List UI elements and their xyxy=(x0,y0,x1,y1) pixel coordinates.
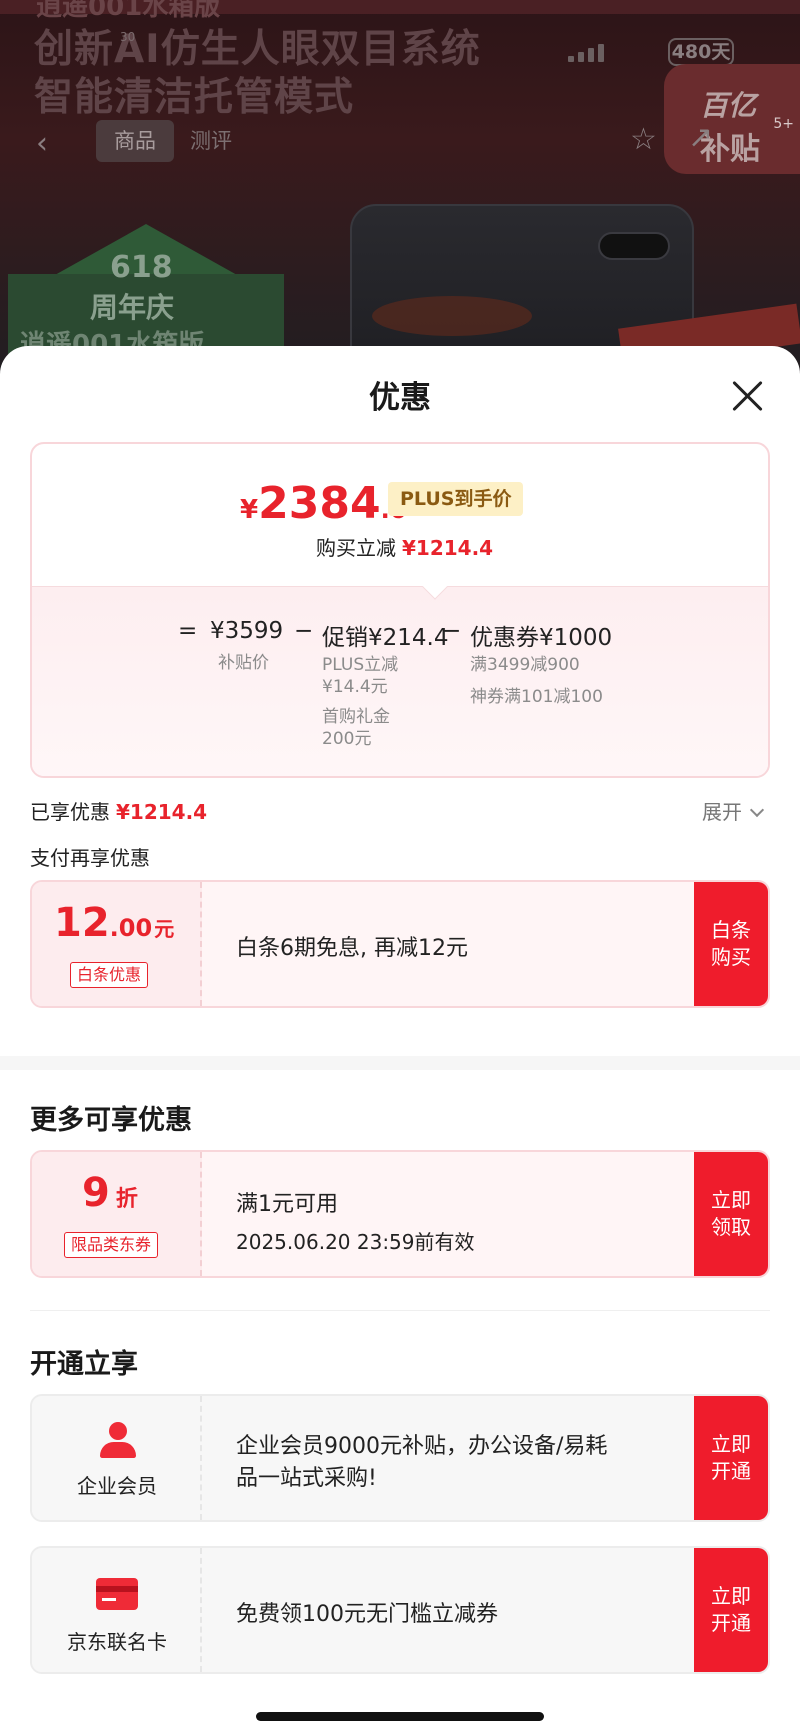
star-icon[interactable]: ☆ xyxy=(630,122,657,157)
baitiao-coupon: 12.00 元 白条优惠 白条6期免息, 再减12元 白条 购买 xyxy=(30,880,770,1008)
price-breakdown-card: ¥2384.6 PLUS到手价 购买立减¥1214.4 = ¥3599 补贴价 … xyxy=(30,442,770,778)
member-desc-line2: 品一站式采购! xyxy=(236,1466,377,1491)
expand-button[interactable]: 展开 xyxy=(702,796,765,825)
chevron-left-icon[interactable]: ‹ xyxy=(36,126,48,161)
product-page-background: 逍遥001水箱版 创新AI仿生人眼双目系统 智能清洁托管模式 30 480天 百… xyxy=(0,0,800,400)
subsidy-line1: 百亿 xyxy=(700,89,757,122)
home-indicator[interactable] xyxy=(256,1712,544,1721)
formula-coupon: 优惠券¥1000 xyxy=(470,625,613,651)
close-icon[interactable] xyxy=(726,374,770,418)
tab-product[interactable]: 商品 xyxy=(96,120,174,162)
formula-minus1: − xyxy=(294,618,314,644)
promo-badge: 618 周年庆 逍遥001水箱版 xyxy=(8,224,284,360)
battery-indicator: 480天 xyxy=(668,38,734,66)
promo-detail1-value: ¥14.4元 xyxy=(322,677,388,697)
divider xyxy=(30,1310,770,1311)
coupon-detail1: 满3499减900 xyxy=(470,655,580,675)
open-card-button[interactable]: 立即 开通 xyxy=(694,1548,768,1672)
baitiao-amount: 12.00 元 xyxy=(54,900,175,946)
coupon-detail2: 神券满101减100 xyxy=(470,687,603,707)
formula-area xyxy=(32,586,768,776)
promo-detail1: PLUS立减 xyxy=(322,655,399,675)
open-enjoy-title: 开通立享 xyxy=(30,1349,138,1380)
enterprise-member-offer: 企业会员 企业会员9000元补贴，办公设备/易耗 品一站式采购! 立即 开通 xyxy=(30,1394,770,1522)
formula-base-label: 补贴价 xyxy=(218,653,269,673)
top-strip-text: 逍遥001水箱版 xyxy=(36,0,221,22)
claim-coupon-button[interactable]: 立即 领取 xyxy=(694,1152,768,1276)
open-member-button[interactable]: 立即 开通 xyxy=(694,1396,768,1520)
formula-minus2: − xyxy=(442,618,462,644)
headline-line1: 创新AI仿生人眼双目系统 xyxy=(34,27,481,72)
coupon-condition: 满1元可用 xyxy=(236,1192,338,1217)
baitiao-buy-button[interactable]: 白条 购买 xyxy=(694,882,768,1006)
subsidy-count: 5+ xyxy=(773,116,794,132)
coupon-rate: 9折 xyxy=(82,1170,138,1216)
promo-detail2: 首购礼金 xyxy=(322,707,390,727)
sheet-title: 优惠 xyxy=(369,380,431,416)
product-headline: 创新AI仿生人眼双目系统 智能清洁托管模式 xyxy=(34,26,481,122)
card-desc: 免费领100元无门槛立减券 xyxy=(236,1602,498,1627)
section-divider xyxy=(0,1056,800,1070)
status-time: 30 xyxy=(120,30,136,44)
promo-line1: 618 xyxy=(110,250,173,285)
formula-promo: 促销¥214.4 xyxy=(322,625,449,651)
final-price: ¥2384.6 xyxy=(240,478,406,529)
promo-line2: 周年庆 xyxy=(90,291,175,324)
instant-discount: 购买立减 ¥1214.4 xyxy=(316,536,494,560)
member-icon xyxy=(98,1422,138,1460)
tab-review[interactable]: 测评 xyxy=(190,120,232,162)
plus-price-badge: PLUS到手价 xyxy=(388,482,524,516)
cobrand-card-offer: 京东联名卡 免费领100元无门槛立减券 立即 开通 xyxy=(30,1546,770,1674)
headline-line2: 智能清洁托管模式 xyxy=(34,75,355,120)
pay-more-title: 支付再享优惠 xyxy=(30,846,150,870)
baitiao-desc: 白条6期免息, 再减12元 xyxy=(236,936,468,961)
discount-coupon: 9折 限品类东券 满1元可用 2025.06.20 23:59前有效 立即 领取 xyxy=(30,1150,770,1278)
coupon-expiry: 2025.06.20 23:59前有效 xyxy=(236,1230,475,1254)
coupon-category-tag: 限品类东券 xyxy=(64,1232,159,1258)
more-offers-title: 更多可享优惠 xyxy=(30,1105,192,1136)
baitiao-tag: 白条优惠 xyxy=(70,962,149,988)
formula-equals: = xyxy=(178,618,198,644)
chevron-down-icon xyxy=(749,802,765,818)
subsidy-badge[interactable]: 百亿 补贴 5+ xyxy=(664,64,800,174)
promo-detail2-value: 200元 xyxy=(322,729,372,749)
card-label: 京东联名卡 xyxy=(67,1630,167,1654)
member-desc-line1: 企业会员9000元补贴，办公设备/易耗 xyxy=(236,1434,608,1459)
share-icon[interactable]: ↗ xyxy=(688,120,713,155)
formula-base: ¥3599 xyxy=(210,618,284,644)
credit-card-icon xyxy=(96,1578,138,1610)
signal-icon xyxy=(568,44,612,62)
discount-sheet: 优惠 ¥2384.6 PLUS到手价 购买立减¥1214.4 = ¥3599 补… xyxy=(0,346,800,1733)
enjoyed-discount: 已享优惠 ¥1214.4 xyxy=(30,800,208,824)
top-strip: 逍遥001水箱版 xyxy=(0,0,800,22)
member-label: 企业会员 xyxy=(77,1474,157,1498)
